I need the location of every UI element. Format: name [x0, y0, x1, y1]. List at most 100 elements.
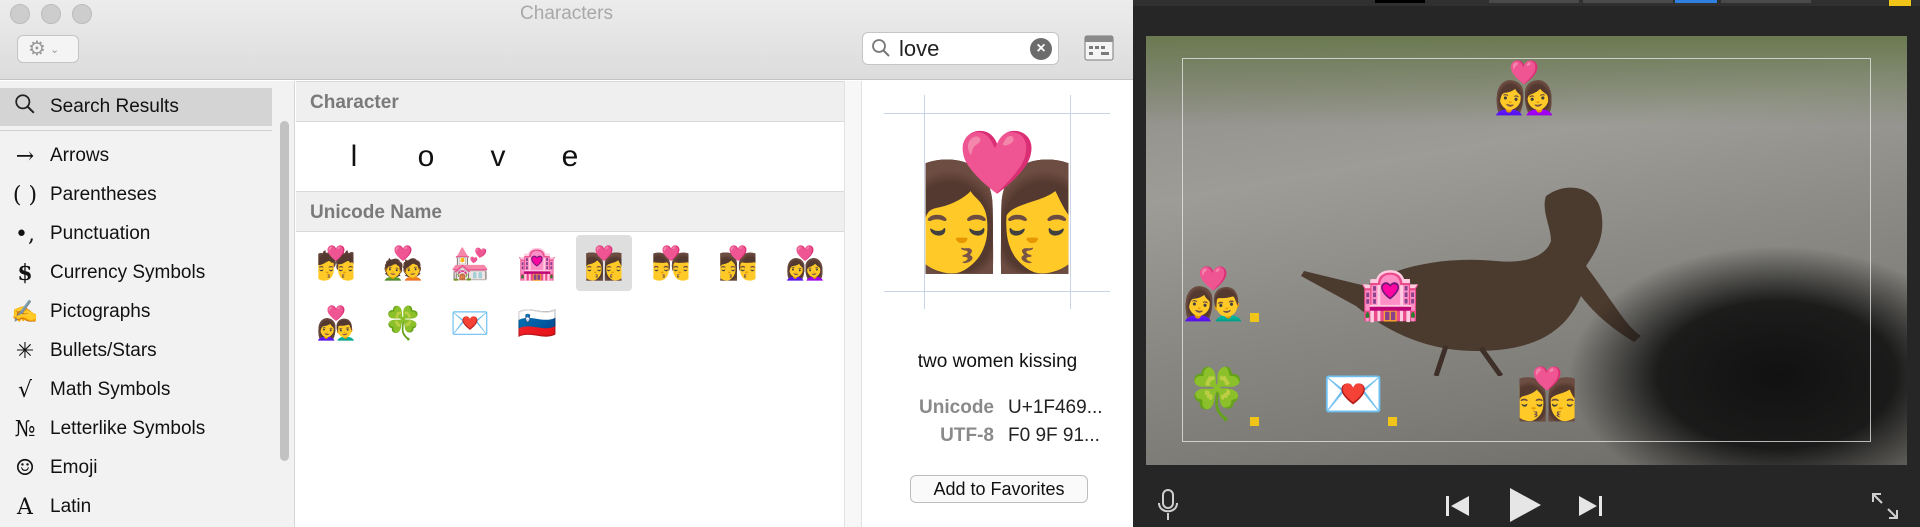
- character-preview-pane: 👩‍❤️‍💋‍👩 two women kissing Unicode U+1F4…: [862, 81, 1133, 527]
- overlay-emoji[interactable]: 🏩: [1359, 264, 1421, 324]
- smiley-icon: ☺: [15, 455, 35, 481]
- play-icon[interactable]: [1507, 486, 1543, 524]
- emoji-cell[interactable]: 💒: [442, 235, 498, 291]
- action-menu-button[interactable]: ⚙ ⌄: [17, 35, 79, 63]
- toolbar-segment: [1375, 0, 1425, 3]
- sidebar-divider: [0, 130, 272, 131]
- search-icon: [872, 39, 890, 57]
- character-cell[interactable]: l: [318, 140, 390, 174]
- guide-line: [884, 291, 1110, 292]
- video-canvas[interactable]: 👩‍❤️‍👩 👩‍❤️‍👨 🏩 🍀 💌 👩‍❤️‍💋‍👩: [1146, 36, 1907, 465]
- toolbar-segment: [1889, 0, 1911, 6]
- sidebar-item-math-symbols[interactable]: √ Math Symbols: [0, 371, 272, 409]
- top-toolbar-strip: [1133, 0, 1920, 6]
- arrow-icon: →: [15, 143, 35, 169]
- overlay-emoji[interactable]: 👩‍❤️‍💋‍👩: [1516, 364, 1578, 424]
- glyph-preview-box: 👩‍❤️‍💋‍👩: [884, 95, 1110, 309]
- overlay-emoji[interactable]: 💌: [1322, 364, 1384, 424]
- guide-line: [884, 113, 1110, 114]
- sidebar-item-label: Bullets/Stars: [50, 340, 157, 361]
- skip-back-icon[interactable]: [1445, 494, 1471, 518]
- sidebar-item-pictographs[interactable]: ✍ Pictographs: [0, 293, 272, 331]
- preview-glyph: 👩‍❤️‍💋‍👩: [916, 129, 1078, 275]
- toolbar-segment: [1583, 0, 1673, 3]
- sidebar-item-letterlike-symbols[interactable]: № Letterlike Symbols: [0, 410, 272, 448]
- clear-search-icon[interactable]: ×: [1030, 38, 1052, 60]
- sidebar-item-label: Punctuation: [50, 223, 151, 244]
- search-icon: [0, 93, 50, 121]
- character-name: two women kissing: [917, 351, 1078, 372]
- sidebar-item-punctuation[interactable]: •, Punctuation: [0, 215, 272, 253]
- sidebar-item-label: Currency Symbols: [50, 262, 206, 283]
- sidebar-item-label: Letterlike Symbols: [50, 418, 206, 439]
- emoji-cell[interactable]: 💏: [308, 235, 364, 291]
- sidebar-item-emoji[interactable]: ☺ Emoji: [0, 449, 272, 487]
- characters-window: Characters ⚙⌄ ×: [0, 0, 1133, 527]
- character-cell[interactable]: e: [534, 140, 606, 174]
- emoji-cell[interactable]: 👩‍❤️‍💋‍👨: [710, 235, 766, 291]
- emoji-cell[interactable]: 🏩: [509, 235, 565, 291]
- pictograph-icon: ✍: [11, 299, 39, 325]
- keyboard-viewer-icon[interactable]: [1084, 35, 1114, 61]
- microphone-icon[interactable]: [1157, 488, 1179, 522]
- playback-controls: [1133, 478, 1920, 527]
- emoji-cell[interactable]: 🍀: [375, 295, 431, 351]
- fullscreen-icon[interactable]: [1871, 492, 1899, 520]
- sidebar-item-label: Latin: [50, 496, 92, 517]
- sidebar-item-latin[interactable]: A Latin: [0, 488, 272, 526]
- resize-handle[interactable]: [1250, 417, 1259, 426]
- resize-handle[interactable]: [1250, 313, 1259, 322]
- video-player: 👩‍❤️‍👩 👩‍❤️‍👨 🏩 🍀 💌 👩‍❤️‍💋‍👩: [1133, 0, 1920, 527]
- sidebar-item-label: Parentheses: [50, 184, 157, 205]
- utf8-value: F0 9F 91...: [1008, 425, 1100, 446]
- add-to-favorites-button[interactable]: Add to Favorites: [910, 475, 1088, 503]
- results-scroll-track[interactable]: [844, 81, 862, 527]
- sidebar-item-parentheses[interactable]: ( ) Parentheses: [0, 176, 272, 214]
- overlay-emoji[interactable]: 👩‍❤️‍👩: [1493, 58, 1555, 118]
- character-section-header: Character: [296, 81, 844, 122]
- sidebar-item-arrows[interactable]: → Arrows: [0, 137, 272, 175]
- sidebar-item-currency-symbols[interactable]: $ Currency Symbols: [0, 254, 272, 292]
- emoji-cell[interactable]: 👨‍❤️‍💋‍👨: [643, 235, 699, 291]
- sidebar-item-label: Pictographs: [50, 301, 151, 322]
- gear-icon: ⚙: [28, 38, 46, 60]
- sidebar-scrollbar[interactable]: [280, 121, 289, 461]
- unicode-name-section-header: Unicode Name: [296, 191, 844, 232]
- window-title: Characters: [520, 3, 613, 24]
- search-input[interactable]: [899, 36, 1019, 61]
- sidebar-item-bullets-stars[interactable]: ✳ Bullets/Stars: [0, 332, 272, 370]
- toolbar-segment: [1489, 0, 1579, 3]
- utf8-label: UTF-8: [940, 425, 994, 446]
- search-field[interactable]: ×: [862, 32, 1059, 65]
- asterisk-icon: ✳: [15, 338, 35, 364]
- sqrt-icon: √: [17, 377, 33, 403]
- overlay-emoji[interactable]: 👩‍❤️‍👨: [1182, 264, 1244, 324]
- character-cell[interactable]: o: [390, 140, 462, 174]
- toolbar-segment-active: [1675, 0, 1717, 3]
- sidebar-item-label: Search Results: [50, 96, 179, 117]
- chevron-down-icon: ⌄: [49, 43, 60, 56]
- sidebar-item-search-results[interactable]: Search Results: [0, 88, 272, 126]
- emoji-cell[interactable]: 💌: [442, 295, 498, 351]
- character-cell[interactable]: v: [462, 140, 534, 174]
- emoji-cell-selected[interactable]: 👩‍❤️‍💋‍👩: [576, 235, 632, 291]
- unicode-value: U+1F469...: [1008, 397, 1103, 418]
- numero-icon: №: [14, 416, 36, 442]
- latin-icon: A: [17, 494, 33, 520]
- desktop: Characters ⚙⌄ ×: [0, 0, 1920, 527]
- emoji-cell[interactable]: 👩‍❤️‍👨: [308, 295, 364, 351]
- category-sidebar: Search Results → Arrows ( ) Parentheses …: [0, 81, 295, 527]
- unicode-label: Unicode: [919, 397, 994, 418]
- overlay-emoji[interactable]: 🍀: [1186, 364, 1248, 424]
- sidebar-item-label: Emoji: [50, 457, 98, 478]
- skip-forward-icon[interactable]: [1577, 494, 1603, 518]
- emoji-cell[interactable]: 💑: [375, 235, 431, 291]
- emoji-cell[interactable]: 👩‍❤️‍👩: [777, 235, 833, 291]
- resize-handle[interactable]: [1388, 417, 1397, 426]
- parentheses-icon: ( ): [12, 182, 38, 208]
- results-pane: Character l o v e Unicode Name 💏 💑 💒 🏩 👩…: [296, 81, 844, 527]
- character-row: l o v e: [296, 125, 844, 189]
- emoji-cell[interactable]: 🇸🇮: [509, 295, 565, 351]
- dollar-icon: $: [17, 260, 33, 286]
- sidebar-item-label: Math Symbols: [50, 379, 171, 400]
